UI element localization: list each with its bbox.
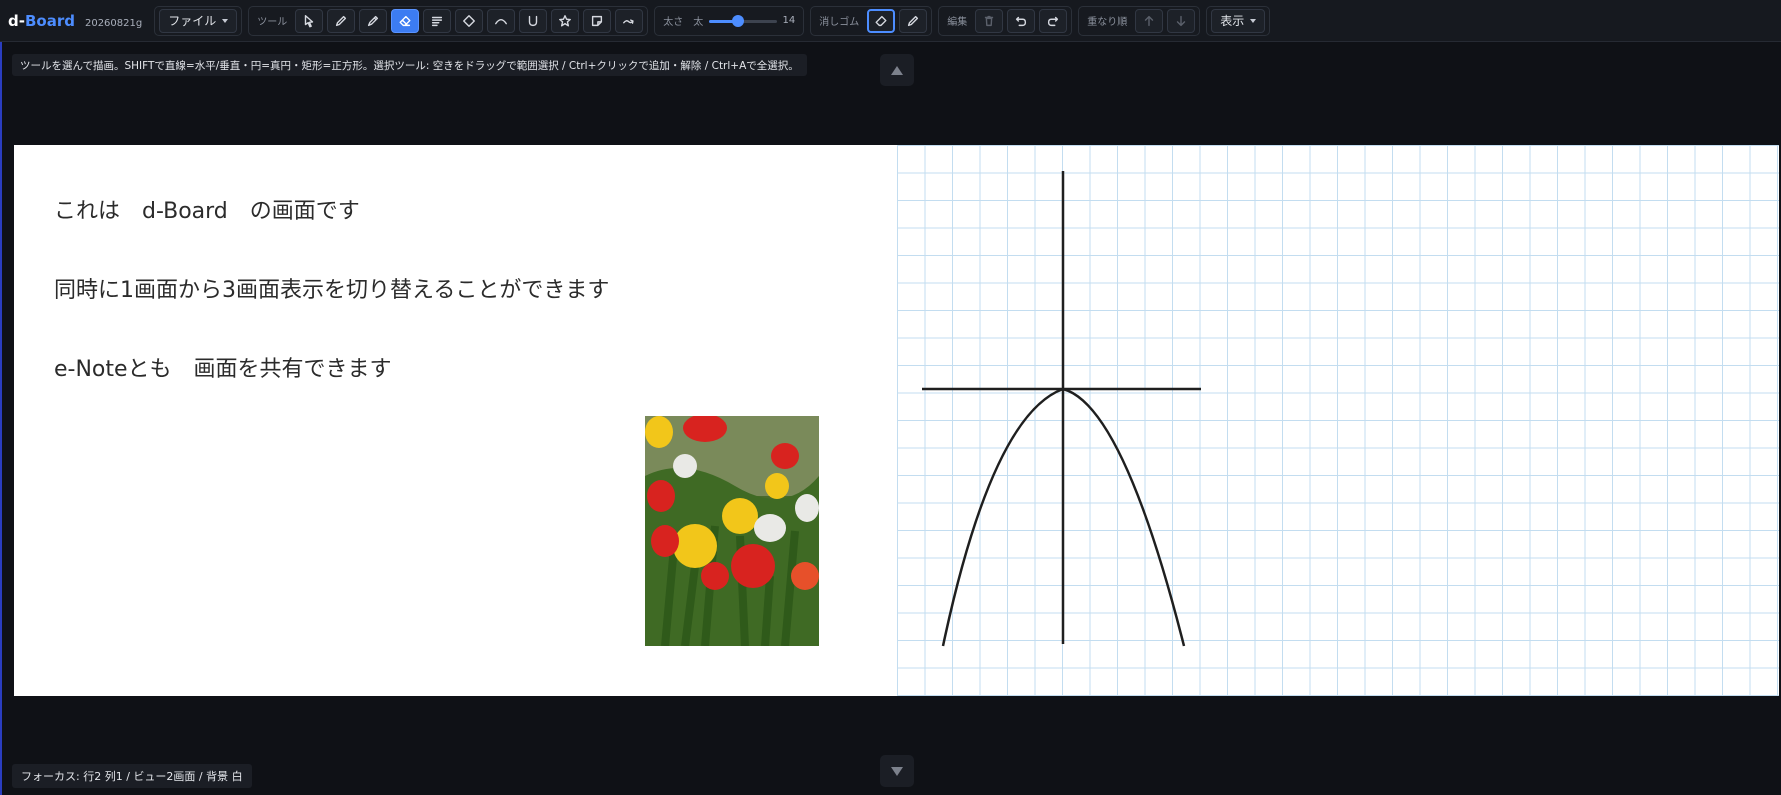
eraser-group: 消しゴム (810, 5, 933, 36)
shape-tool-button[interactable] (455, 8, 484, 33)
pen-tool-button[interactable] (327, 8, 356, 33)
scroll-up-button[interactable] (880, 54, 914, 86)
edit-group: 編集 (938, 5, 1073, 36)
stamp-tool-button[interactable] (551, 8, 580, 33)
cursor-icon (305, 14, 314, 27)
eraser-label: 消しゴム (819, 17, 860, 28)
trash-icon (985, 15, 994, 26)
version-label: 20260821g (84, 18, 143, 29)
view-menu-button[interactable]: 表示 (1211, 8, 1266, 33)
text-tool-button[interactable] (423, 8, 452, 33)
u-curve-icon (529, 15, 538, 26)
window-edge (0, 0, 2, 795)
arc-tool-button[interactable] (487, 8, 516, 33)
connector-tool-button[interactable] (615, 8, 644, 33)
file-menu-label: ファイル (168, 14, 217, 28)
diamond-icon (463, 14, 476, 27)
chevron-down-icon (1250, 18, 1257, 23)
eraser-icon (875, 15, 887, 26)
redo-icon (1048, 16, 1059, 26)
text-object[interactable]: e-Noteとも 画面を共有できます (54, 351, 392, 383)
triangle-down-icon (891, 766, 903, 776)
scroll-down-button[interactable] (880, 755, 914, 787)
toolbar: d-Board 20260821g ファイル ツール 太さ 太 14 消しゴム … (0, 0, 1781, 42)
sticky-note-tool-button[interactable] (583, 8, 612, 33)
width-sub-label: 太 (693, 17, 704, 28)
tools-group: ツール (248, 5, 649, 36)
drawing-layer (922, 171, 1201, 647)
brand: d-Board 20260821g (8, 11, 142, 30)
marker-tool-button[interactable] (359, 8, 388, 33)
marker-icon (368, 15, 379, 26)
hint-banner: ツールを選んで描画。SHIFTで直線=水平/垂直・円=真円・矩形=正方形。選択ツ… (12, 54, 807, 76)
wavy-arrow-icon (623, 18, 634, 24)
brand-name: Board (24, 12, 75, 30)
stroke-eraser-button[interactable] (867, 8, 896, 33)
sticky-note-icon (592, 15, 603, 26)
width-group: 太さ 太 14 (654, 5, 805, 36)
arrow-up-icon (1145, 15, 1154, 26)
eraser-icon (399, 15, 411, 26)
chevron-down-icon (222, 18, 229, 23)
slider-thumb[interactable] (731, 14, 744, 27)
edit-label: 編集 (947, 17, 968, 28)
width-slider[interactable] (709, 14, 778, 28)
star-icon (559, 14, 572, 27)
order-label: 重なり順 (1087, 17, 1128, 28)
text-lines-icon (432, 16, 443, 26)
arc-icon (495, 18, 508, 24)
board-page-left[interactable]: これは d-Board の画面です 同時に1画面から3画面表示を切り替えることが… (14, 145, 897, 696)
eraser-tool-button[interactable] (391, 8, 420, 33)
file-menu-button[interactable]: ファイル (159, 8, 238, 33)
arrow-down-icon (1177, 15, 1186, 26)
select-tool-button[interactable] (295, 8, 324, 33)
tulip-photo[interactable] (645, 416, 819, 646)
redo-button[interactable] (1039, 8, 1068, 33)
triangle-up-icon (891, 65, 903, 75)
status-bar: フォーカス: 行2 列1 / ビュー2画面 / 背景 白 (12, 764, 252, 788)
view-menu-label: 表示 (1220, 14, 1245, 28)
undo-button[interactable] (1007, 8, 1036, 33)
pen-icon (908, 15, 919, 26)
curve-tool-button[interactable] (519, 8, 548, 33)
width-label: 太さ (663, 17, 684, 28)
text-object[interactable]: これは d-Board の画面です (54, 193, 360, 225)
partial-eraser-button[interactable] (899, 8, 928, 33)
view-group: 表示 (1206, 5, 1271, 36)
order-group: 重なり順 (1078, 5, 1201, 36)
board-page-right[interactable] (897, 145, 1779, 696)
tools-label: ツール (257, 17, 288, 28)
bring-forward-button[interactable] (1135, 8, 1164, 33)
text-object[interactable]: 同時に1画面から3画面表示を切り替えることができます (54, 272, 609, 304)
delete-button[interactable] (975, 8, 1004, 33)
file-group: ファイル (154, 5, 243, 36)
brand-prefix: d- (8, 12, 25, 30)
send-backward-button[interactable] (1167, 8, 1196, 33)
pen-icon (336, 15, 347, 26)
width-value: 14 (782, 15, 796, 26)
tulip-image (645, 416, 819, 646)
undo-icon (1016, 16, 1027, 26)
